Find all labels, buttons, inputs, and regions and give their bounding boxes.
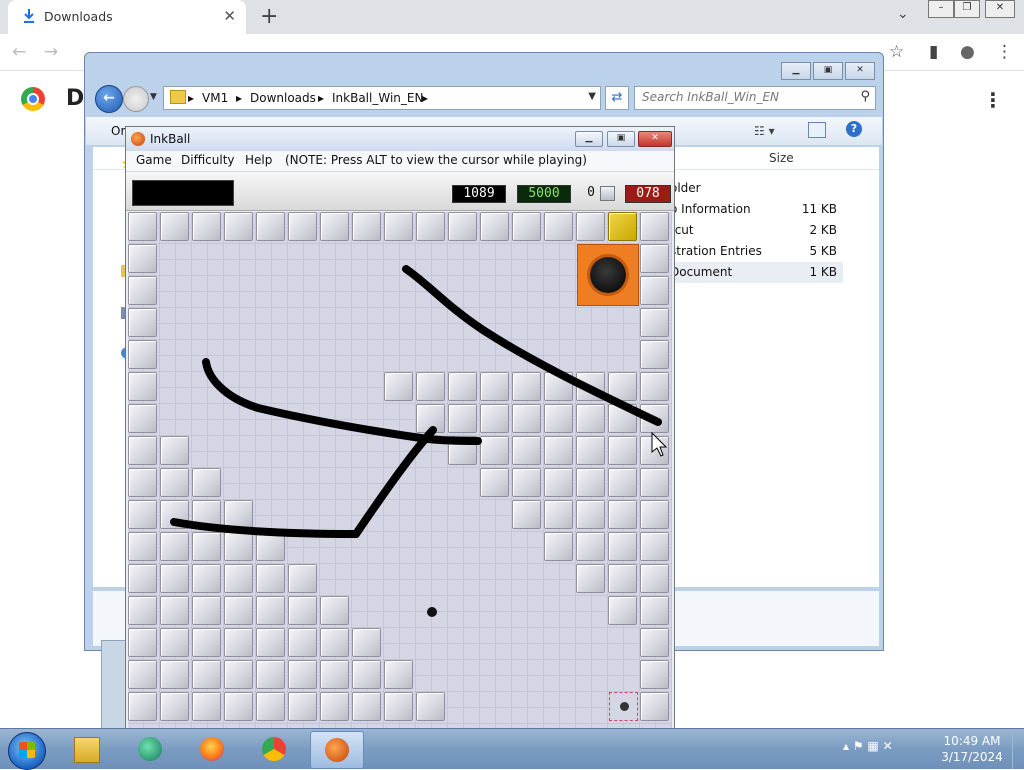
tab-downloads[interactable]: Downloads ✕ <box>8 0 246 34</box>
browser-minimize-button[interactable]: – <box>928 0 954 18</box>
breadcrumb-vm1[interactable]: VM1 <box>202 91 228 105</box>
inkball-titlebar: InkBall ▁ ▣ ✕ <box>126 127 674 151</box>
refresh-icon[interactable]: ⇄ <box>605 86 629 110</box>
inkball-close-button[interactable]: ✕ <box>638 131 672 147</box>
menu-note: (NOTE: Press ALT to view the cursor whil… <box>285 153 587 167</box>
help-icon[interactable]: ? <box>846 121 862 137</box>
bookmark-star-icon[interactable]: ☆ <box>889 42 904 62</box>
address-bar[interactable]: ▸ VM1 ▸ Downloads ▸ InkBall_Win_EN ▸ ▼ <box>163 86 601 110</box>
file-size: 2 KB <box>809 223 837 237</box>
game-board[interactable] <box>128 212 672 732</box>
breadcrumb-sep[interactable]: ▸ <box>422 91 428 105</box>
ball-queue-icon <box>600 186 615 201</box>
menu-help[interactable]: Help <box>245 153 272 167</box>
explorer-close-button[interactable]: ✕ <box>845 62 875 80</box>
history-dropdown-icon[interactable]: ▼ <box>150 92 157 102</box>
browser-restore-button[interactable]: ❐ <box>954 0 980 18</box>
chrome-menu-icon[interactable]: ⋮ <box>996 42 1013 62</box>
chrome-icon <box>262 737 286 761</box>
inkball-icon <box>325 738 349 762</box>
explorer-navbar: ← ▼ ▸ VM1 ▸ Downloads ▸ InkBall_Win_EN ▸… <box>93 83 876 113</box>
explorer-minimize-button[interactable]: ▁ <box>781 62 811 80</box>
profile-avatar-icon[interactable]: ● <box>960 42 975 62</box>
taskbar-inkball[interactable] <box>310 731 364 769</box>
inkball-app-icon <box>131 132 145 146</box>
menu-difficulty[interactable]: Difficulty <box>181 153 235 167</box>
back-arrow-icon[interactable]: ← <box>12 42 26 62</box>
file-row[interactable]: o Information 11 KB <box>663 199 843 220</box>
preview-pane-icon[interactable] <box>808 122 826 138</box>
inkball-menubar: Game Difficulty Help (NOTE: Press ALT to… <box>126 151 674 172</box>
download-icon <box>24 9 34 23</box>
organize-menu[interactable]: Or <box>111 124 125 138</box>
tray-icons[interactable]: ▴ ⚑ ▦ ✕ <box>843 739 893 753</box>
address-dropdown-icon[interactable]: ▼ <box>588 91 596 102</box>
breadcrumb-inkball-folder[interactable]: InkBall_Win_EN <box>332 91 423 105</box>
file-row[interactable]: stration Entries 5 KB <box>663 241 843 262</box>
new-tab-button[interactable]: + <box>260 4 278 29</box>
show-desktop-button[interactable] <box>1012 729 1024 769</box>
search-placeholder: Search InkBall_Win_EN <box>642 90 780 104</box>
balls-counter: 0 <box>587 185 595 200</box>
explorer-back-button[interactable]: ← <box>95 85 123 113</box>
file-name: o Information <box>670 202 751 216</box>
browser-close-button[interactable]: ✕ <box>985 0 1015 18</box>
target-score-counter: 5000 <box>517 185 571 203</box>
inkball-title: InkBall <box>150 132 191 146</box>
clock-date: 3/17/2024 <box>941 750 1003 764</box>
tab-title: Downloads <box>44 9 113 24</box>
start-button[interactable] <box>8 732 46 770</box>
menu-game[interactable]: Game <box>136 153 172 167</box>
clock-time: 10:49 AM <box>943 734 1001 748</box>
forward-arrow-icon[interactable]: → <box>44 42 58 62</box>
inkball-launcher-icon <box>138 737 162 761</box>
taskbar-inkball-launcher[interactable] <box>124 731 176 767</box>
view-options-icon[interactable]: ☷ ▾ <box>754 124 775 138</box>
ink-color-indicator <box>132 180 234 206</box>
score-counter: 1089 <box>452 185 506 203</box>
chrome-tab-strip: Downloads ✕ + ⌄ – ❐ ✕ <box>0 0 1024 34</box>
taskbar-clock[interactable]: 10:49 AM 3/17/2024 <box>937 733 1007 765</box>
explorer-maximize-button[interactable]: ▣ <box>813 62 843 80</box>
file-size: 5 KB <box>809 244 837 258</box>
chrome-logo-icon <box>21 87 45 111</box>
breadcrumb-sep[interactable]: ▸ <box>236 91 242 105</box>
file-name: Document <box>670 265 733 279</box>
side-panel-icon[interactable]: ▮ <box>929 42 938 62</box>
tab-search-dropdown-icon[interactable]: ⌄ <box>897 6 909 22</box>
column-size[interactable]: Size <box>769 151 794 165</box>
ink-strokes <box>170 265 668 538</box>
inkball-minimize-button[interactable]: ▁ <box>575 131 603 147</box>
file-size: 1 KB <box>809 265 837 279</box>
inkball-maximize-button[interactable]: ▣ <box>607 131 635 147</box>
page-heading: D <box>66 86 85 111</box>
tab-close-icon[interactable]: ✕ <box>223 7 236 25</box>
explorer-window-controls: ▁ ▣ ✕ <box>779 61 875 80</box>
folder-icon <box>170 90 186 104</box>
taskbar-firefox[interactable] <box>186 731 238 767</box>
taskbar-chrome[interactable] <box>248 731 300 767</box>
file-name: stration Entries <box>670 244 762 258</box>
file-row-selected[interactable]: Document 1 KB <box>663 262 843 283</box>
breadcrumb-downloads[interactable]: Downloads <box>250 91 316 105</box>
breadcrumb-sep[interactable]: ▸ <box>188 91 194 105</box>
timer-counter: 078 <box>625 185 671 203</box>
taskbar-explorer[interactable] <box>60 731 112 767</box>
explorer-icon <box>74 737 100 763</box>
search-icon[interactable]: ⚲ <box>860 89 870 104</box>
explorer-forward-button[interactable] <box>123 86 149 112</box>
explorer-search-input[interactable]: Search InkBall_Win_EN ⚲ <box>634 86 876 110</box>
page-more-icon[interactable]: ⋮ <box>983 88 1003 112</box>
inkball-scorebar: 1089 5000 0 078 <box>126 172 674 211</box>
breadcrumb-sep[interactable]: ▸ <box>318 91 324 105</box>
inkball-window: InkBall ▁ ▣ ✕ Game Difficulty Help (NOTE… <box>125 126 675 738</box>
file-row[interactable]: older <box>663 178 843 199</box>
firefox-icon <box>200 737 224 761</box>
file-row[interactable]: tcut 2 KB <box>663 220 843 241</box>
file-size: 11 KB <box>801 202 837 216</box>
taskbar: ▴ ⚑ ▦ ✕ 10:49 AM 3/17/2024 <box>0 728 1024 770</box>
